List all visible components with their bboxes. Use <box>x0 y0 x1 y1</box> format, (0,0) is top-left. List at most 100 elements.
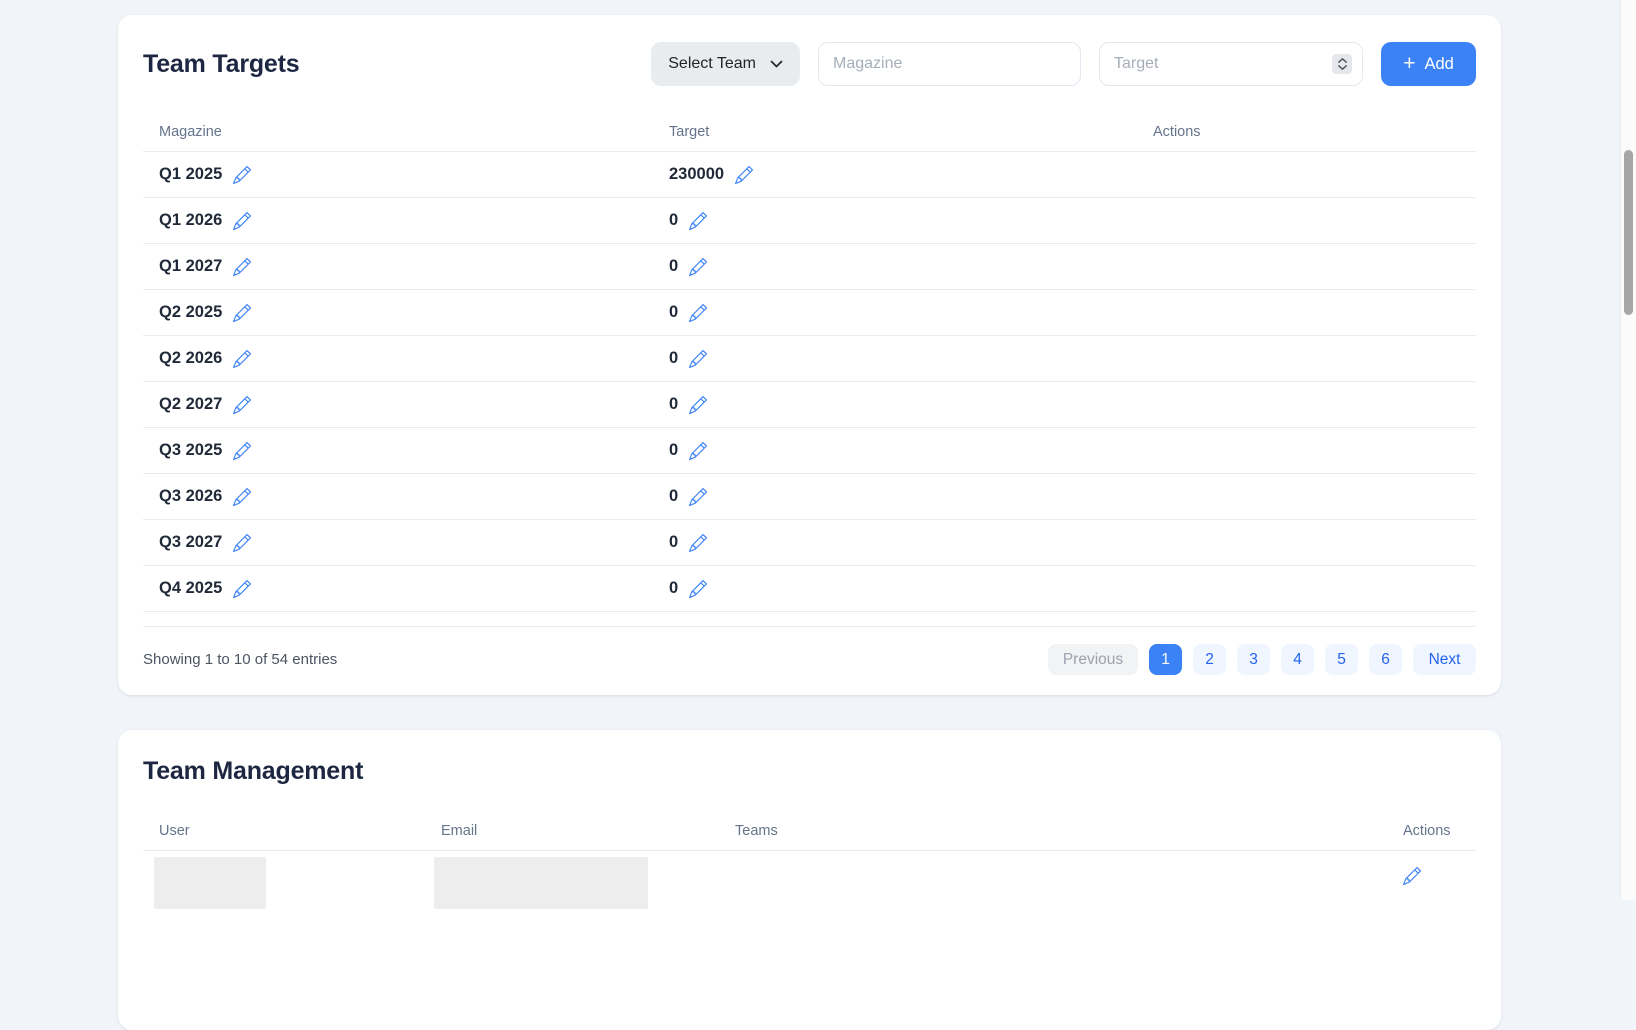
pencil-icon <box>233 488 251 506</box>
target-cell: 230000 <box>653 165 1137 184</box>
target-input-wrap <box>1099 42 1363 86</box>
pagination: Previous 1 2 3 4 5 6 Next <box>1048 644 1476 675</box>
next-page-button[interactable]: Next <box>1413 644 1476 675</box>
page-number-button[interactable]: 1 <box>1149 644 1182 675</box>
pencil-icon <box>233 580 251 598</box>
management-table-row <box>143 851 1476 907</box>
card-header: Team Targets Select Team + Add <box>143 42 1476 86</box>
pencil-icon <box>735 166 753 184</box>
edit-target-button[interactable] <box>689 534 707 552</box>
targets-table-header: Magazine Target Actions <box>143 113 1476 152</box>
edit-magazine-button[interactable] <box>233 534 251 552</box>
edit-magazine-button[interactable] <box>233 442 251 460</box>
number-stepper[interactable] <box>1332 54 1352 74</box>
magazine-cell: Q2 2025 <box>143 303 653 322</box>
magazine-value: Q2 2026 <box>159 349 222 368</box>
scrollbar-thumb[interactable] <box>1624 150 1633 315</box>
magazine-cell: Q1 2026 <box>143 211 653 230</box>
previous-page-button[interactable]: Previous <box>1048 644 1138 675</box>
section-title: Team Management <box>143 757 1476 786</box>
target-cell: 0 <box>653 395 1137 414</box>
scrollbar-track[interactable] <box>1620 0 1636 900</box>
column-header-magazine: Magazine <box>143 124 653 140</box>
magazine-cell: Q1 2025 <box>143 165 653 184</box>
magazine-value: Q2 2025 <box>159 303 222 322</box>
edit-magazine-button[interactable] <box>233 212 251 230</box>
magazine-value: Q3 2025 <box>159 441 222 460</box>
edit-target-button[interactable] <box>689 258 707 276</box>
magazine-input[interactable] <box>818 42 1081 86</box>
edit-magazine-button[interactable] <box>233 396 251 414</box>
target-cell: 0 <box>653 303 1137 322</box>
page-number-button[interactable]: 6 <box>1369 644 1402 675</box>
user-cell <box>143 851 425 909</box>
edit-target-button[interactable] <box>689 442 707 460</box>
page-number-button[interactable]: 4 <box>1281 644 1314 675</box>
edit-target-button[interactable] <box>689 304 707 322</box>
edit-magazine-button[interactable] <box>233 350 251 368</box>
pencil-icon <box>689 258 707 276</box>
pencil-icon <box>689 212 707 230</box>
table-row: Q2 2026 0 <box>143 336 1476 382</box>
targets-table-body: Q1 2025 230000 <box>143 152 1476 612</box>
pencil-icon <box>233 350 251 368</box>
column-header-teams: Teams <box>719 823 1387 839</box>
target-value: 230000 <box>669 165 724 184</box>
targets-table: Magazine Target Actions Q1 2025 230000 <box>143 113 1476 627</box>
edit-magazine-button[interactable] <box>233 304 251 322</box>
magazine-value: Q1 2027 <box>159 257 222 276</box>
target-cell: 0 <box>653 579 1137 598</box>
edit-user-button[interactable] <box>1403 867 1421 885</box>
column-header-email: Email <box>425 823 719 839</box>
pencil-icon <box>233 442 251 460</box>
magazine-cell: Q2 2026 <box>143 349 653 368</box>
magazine-cell: Q1 2027 <box>143 257 653 276</box>
page-number-button[interactable]: 5 <box>1325 644 1358 675</box>
edit-magazine-button[interactable] <box>233 258 251 276</box>
chevron-down-icon <box>770 60 783 68</box>
table-row: Q1 2026 0 <box>143 198 1476 244</box>
entries-info: Showing 1 to 10 of 54 entries <box>143 651 337 668</box>
pencil-icon <box>233 534 251 552</box>
magazine-cell: Q3 2026 <box>143 487 653 506</box>
table-row: Q2 2027 0 <box>143 382 1476 428</box>
table-row: Q1 2027 0 <box>143 244 1476 290</box>
pencil-icon <box>689 534 707 552</box>
target-input[interactable] <box>1099 42 1363 86</box>
target-cell: 0 <box>653 487 1137 506</box>
target-value: 0 <box>669 257 678 276</box>
user-loading-skeleton <box>154 857 266 909</box>
target-value: 0 <box>669 211 678 230</box>
edit-magazine-button[interactable] <box>233 580 251 598</box>
add-button[interactable]: + Add <box>1381 42 1476 86</box>
edit-target-button[interactable] <box>735 166 753 184</box>
target-cell: 0 <box>653 257 1137 276</box>
edit-target-button[interactable] <box>689 488 707 506</box>
pencil-icon <box>233 396 251 414</box>
page-number-button[interactable]: 2 <box>1193 644 1226 675</box>
email-cell <box>425 851 719 909</box>
table-footer: Showing 1 to 10 of 54 entries Previous 1… <box>143 644 1476 675</box>
magazine-value: Q1 2026 <box>159 211 222 230</box>
edit-target-button[interactable] <box>689 396 707 414</box>
magazine-value: Q1 2025 <box>159 165 222 184</box>
target-cell: 0 <box>653 211 1137 230</box>
magazine-cell: Q3 2025 <box>143 441 653 460</box>
column-header-target: Target <box>653 124 1137 140</box>
page-number-button[interactable]: 3 <box>1237 644 1270 675</box>
pencil-icon <box>233 304 251 322</box>
edit-target-button[interactable] <box>689 212 707 230</box>
magazine-cell: Q4 2025 <box>143 579 653 598</box>
edit-target-button[interactable] <box>689 580 707 598</box>
edit-magazine-button[interactable] <box>233 488 251 506</box>
column-header-actions: Actions <box>1387 823 1476 839</box>
magazine-value: Q4 2025 <box>159 579 222 598</box>
edit-magazine-button[interactable] <box>233 166 251 184</box>
actions-cell <box>1387 851 1476 885</box>
pencil-icon <box>233 166 251 184</box>
select-team-dropdown[interactable]: Select Team <box>651 42 800 86</box>
page-number-list: 1 2 3 4 5 6 <box>1149 644 1402 675</box>
magazine-value: Q3 2026 <box>159 487 222 506</box>
edit-target-button[interactable] <box>689 350 707 368</box>
select-team-label: Select Team <box>668 55 756 73</box>
